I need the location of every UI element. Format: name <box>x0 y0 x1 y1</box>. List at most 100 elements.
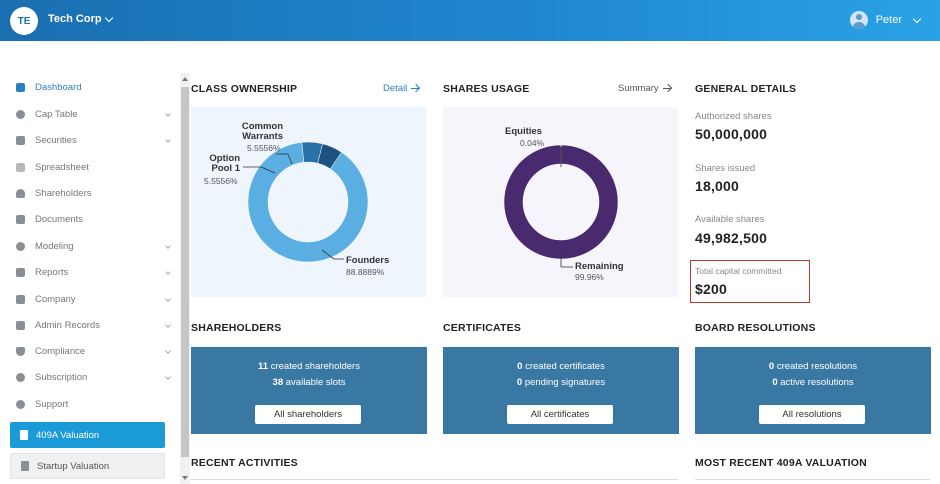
created-shareholders-count: 11 <box>258 361 269 372</box>
user-name: Peter <box>875 14 902 26</box>
startup-valuation-label: Startup Valuation <box>37 460 110 472</box>
created-certificates-line: 0 created certificates <box>443 361 679 372</box>
company-avatar[interactable]: TE <box>10 7 38 35</box>
building-icon <box>16 294 25 304</box>
created-shareholders-line: 11 created shareholders <box>191 361 427 372</box>
user-avatar-icon <box>849 11 868 29</box>
sidebar-item-label: Company <box>35 293 76 305</box>
sidebar-item-label: Shareholders <box>35 187 92 199</box>
active-resolutions-text: active resolutions <box>780 377 854 388</box>
class-ownership-detail-link[interactable]: Detail <box>383 83 420 94</box>
sidebar-item-compliance[interactable]: Compliance <box>16 341 171 361</box>
clipboard-icon <box>16 135 25 145</box>
sidebar-item-label: Admin Records <box>35 319 100 331</box>
valuation-409a-label: 409A Valuation <box>36 429 100 441</box>
startup-valuation-button[interactable]: Startup Valuation <box>10 453 165 479</box>
user-menu[interactable]: Peter <box>849 11 922 29</box>
created-certificates-count: 0 <box>517 361 523 372</box>
active-resolutions-count: 0 <box>772 377 778 388</box>
shares-usage-title: SHARES USAGE <box>443 83 530 95</box>
sidebar-item-cap-table[interactable]: Cap Table <box>16 104 171 124</box>
sidebar-item-shareholders[interactable]: Shareholders <box>16 183 170 203</box>
recent-activities-title: RECENT ACTIVITIES <box>191 457 298 469</box>
arrow-right-icon <box>411 87 420 90</box>
pending-signatures-line: 0 pending signatures <box>443 377 679 388</box>
remaining-value: 99.96% <box>575 272 604 282</box>
board-resolutions-title: BOARD RESOLUTIONS <box>695 322 816 334</box>
chevron-down-icon <box>165 374 171 380</box>
detail-link-label: Detail <box>383 83 408 94</box>
all-certificates-button[interactable]: All certificates <box>507 405 613 424</box>
pie-chart-icon <box>16 109 25 119</box>
sidebar-item-reports[interactable]: Reports <box>16 262 171 282</box>
summary-link-label: Summary <box>618 83 659 94</box>
pending-signatures-count: 0 <box>516 377 523 388</box>
sidebar-item-label: Documents <box>35 213 84 225</box>
sidebar-item-label: Reports <box>35 266 69 278</box>
chevron-down-icon <box>165 296 171 302</box>
chevron-down-icon <box>165 348 171 354</box>
sidebar: Dashboard Cap Table Securities Spreadshe… <box>0 41 180 484</box>
sidebar-item-label: Support <box>35 398 69 410</box>
sidebar-item-label: Securities <box>35 134 77 146</box>
all-resolutions-button[interactable]: All resolutions <box>759 405 865 424</box>
common-warrants-label: Common Warrants <box>235 122 283 142</box>
equities-label: Equities <box>505 126 542 137</box>
gear-icon <box>16 399 25 409</box>
chevron-down-icon <box>912 14 922 23</box>
arrow-right-icon <box>662 87 671 90</box>
sidebar-item-label: Subscription <box>35 371 88 383</box>
dashboard-icon <box>16 82 25 92</box>
shares-usage-chart: Equities 0.04% Remaining 99.96% <box>443 107 678 297</box>
scroll-down-icon[interactable] <box>182 476 188 480</box>
pending-signatures-text: pending signatures <box>524 377 606 388</box>
sidebar-item-support[interactable]: Support <box>16 394 170 414</box>
top-bar: TE Tech Corp Peter <box>0 0 940 41</box>
valuation-409a-button[interactable]: 409A Valuation <box>10 422 165 448</box>
class-ownership-title: CLASS OWNERSHIP <box>191 83 298 95</box>
sidebar-scrollbar[interactable] <box>180 73 190 484</box>
chevron-down-icon <box>165 269 171 275</box>
scroll-thumb[interactable] <box>181 87 189 457</box>
sidebar-item-company[interactable]: Company <box>16 289 171 309</box>
shares-usage-summary-link[interactable]: Summary <box>618 83 671 94</box>
report-icon <box>16 267 25 277</box>
shareholders-title: SHAREHOLDERS <box>191 322 282 334</box>
shares-usage-donut <box>503 144 619 268</box>
sidebar-item-dashboard[interactable]: Dashboard <box>16 77 170 97</box>
authorized-shares-label: Authorized shares <box>695 111 772 122</box>
document-icon <box>20 430 28 440</box>
chevron-down-icon[interactable] <box>104 13 114 23</box>
created-resolutions-text: created resolutions <box>776 361 858 372</box>
option-pool-label: Option Pool 1 <box>199 154 240 174</box>
founders-label: Founders <box>346 255 390 266</box>
sidebar-item-spreadsheet[interactable]: Spreadsheet <box>16 157 170 177</box>
lightbulb-icon <box>16 241 25 251</box>
sidebar-item-label: Dashboard <box>35 81 82 93</box>
all-shareholders-button[interactable]: All shareholders <box>255 405 361 424</box>
recent-409a-title: MOST RECENT 409A VALUATION <box>695 457 867 469</box>
shares-issued-value: 18,000 <box>695 178 740 194</box>
spreadsheet-icon <box>16 162 25 172</box>
sidebar-item-label: Spreadsheet <box>35 161 89 173</box>
scroll-up-icon[interactable] <box>182 77 188 81</box>
sidebar-item-modeling[interactable]: Modeling <box>16 236 171 256</box>
capital-committed-value: $200 <box>695 281 727 297</box>
general-details-title: GENERAL DETAILS <box>695 83 797 95</box>
sidebar-item-admin-records[interactable]: Admin Records <box>16 315 171 335</box>
recent-activities-divider <box>191 479 678 480</box>
available-shares-value: 49,982,500 <box>695 230 768 246</box>
certificates-title: CERTIFICATES <box>443 322 522 334</box>
sidebar-item-documents[interactable]: Documents <box>16 209 170 229</box>
company-name[interactable]: Tech Corp <box>48 13 102 25</box>
authorized-shares-value: 50,000,000 <box>695 126 768 142</box>
documents-icon <box>16 214 25 224</box>
created-shareholders-text: created shareholders <box>270 361 360 372</box>
board-resolutions-card: 0 created resolutions 0 active resolutio… <box>695 347 931 434</box>
remaining-label: Remaining <box>575 261 624 272</box>
sidebar-item-securities[interactable]: Securities <box>16 130 171 150</box>
dollar-icon <box>16 372 25 382</box>
sidebar-item-label: Cap Table <box>35 108 78 120</box>
available-shares-label: Available shares <box>695 214 765 225</box>
sidebar-item-subscription[interactable]: Subscription <box>16 367 171 387</box>
